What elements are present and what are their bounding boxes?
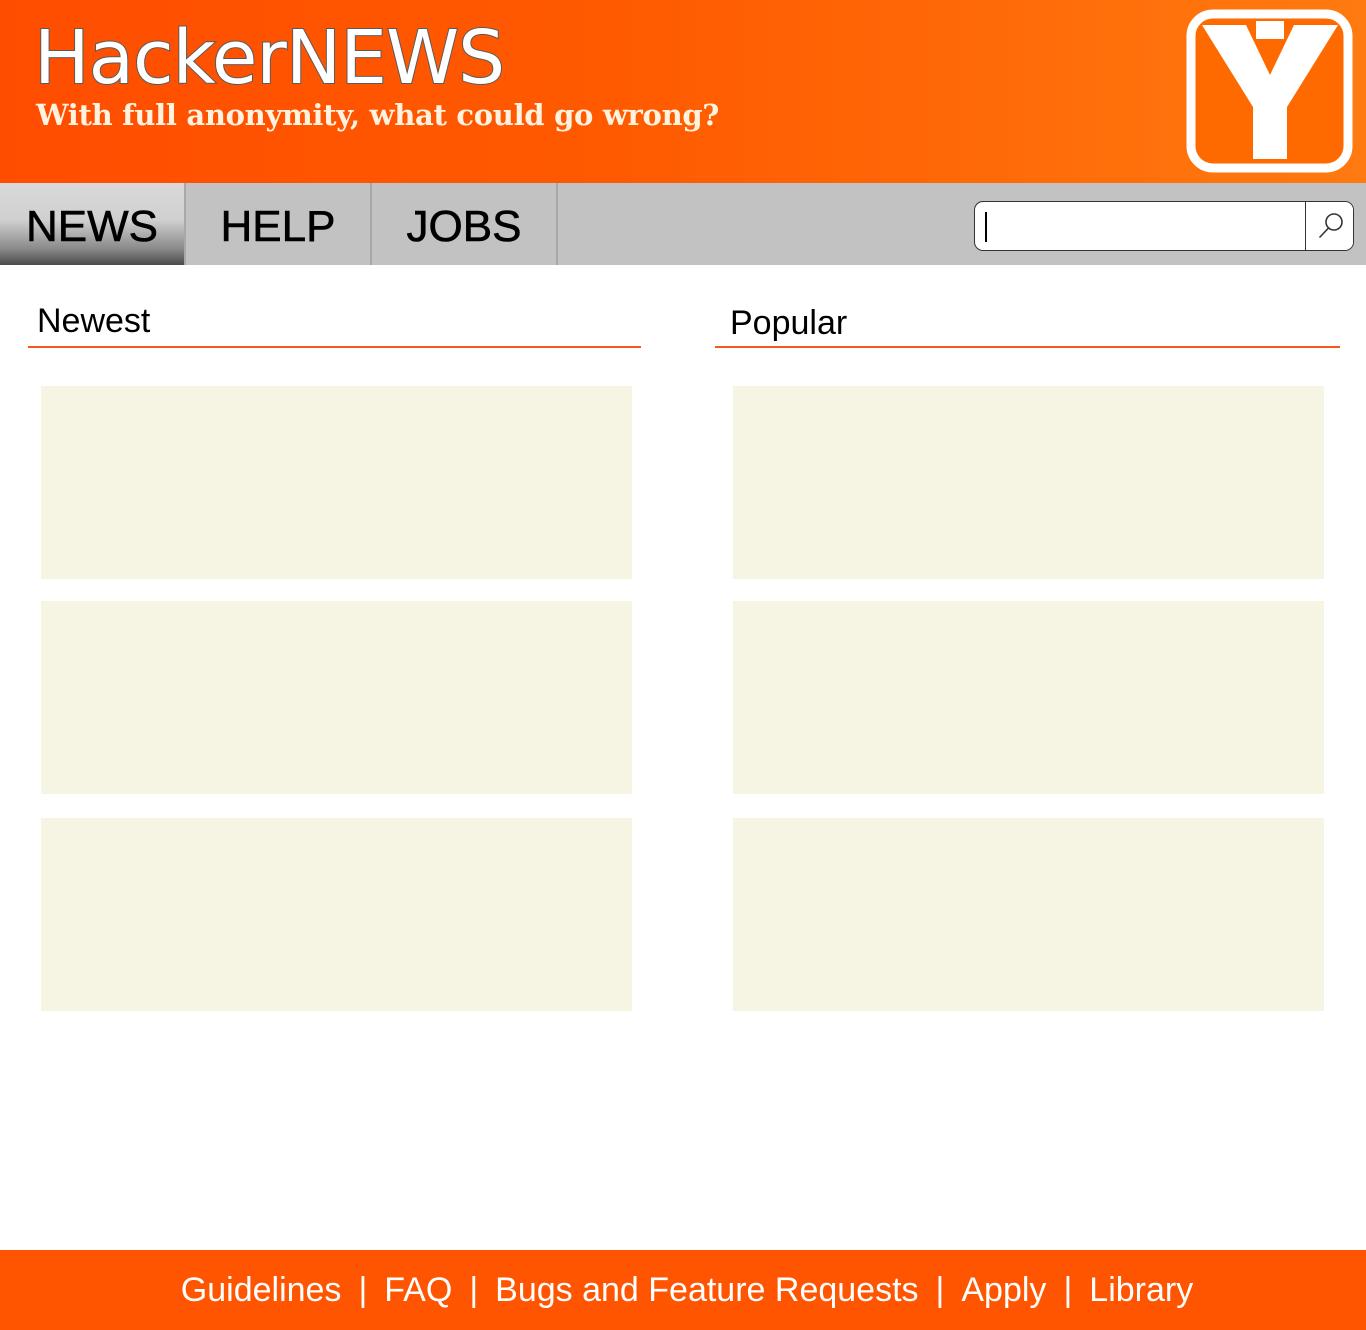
site-title[interactable]: HackerNEWS <box>33 17 506 99</box>
footer-link-faq[interactable]: FAQ <box>384 1271 452 1310</box>
footer-separator: | <box>935 1270 945 1309</box>
search-input[interactable] <box>975 202 1305 250</box>
tab-news[interactable]: NEWS <box>0 183 186 265</box>
tab-news-label: NEWS <box>26 202 159 252</box>
tab-help-label: HELP <box>220 202 336 252</box>
site-footer: Guidelines | FAQ | Bugs and Feature Requ… <box>0 1250 1366 1330</box>
popular-card-3[interactable] <box>733 818 1324 1011</box>
text-cursor <box>985 212 987 242</box>
footer-link-library[interactable]: Library <box>1089 1271 1193 1310</box>
newest-card-3[interactable] <box>41 818 632 1011</box>
newest-card-1[interactable] <box>41 386 632 579</box>
search-button[interactable] <box>1305 202 1353 250</box>
search-icon <box>1318 213 1343 238</box>
newest-heading: Newest <box>37 302 151 340</box>
footer-separator: | <box>469 1270 479 1309</box>
footer-link-guidelines[interactable]: Guidelines <box>181 1271 342 1310</box>
newest-divider <box>28 346 641 348</box>
footer-link-bugs[interactable]: Bugs and Feature Requests <box>495 1271 918 1310</box>
popular-card-2[interactable] <box>733 601 1324 794</box>
y-logo-icon[interactable] <box>1186 9 1353 173</box>
popular-heading: Popular <box>730 304 848 342</box>
site-header: HackerNEWS With full anonymity, what cou… <box>0 0 1366 183</box>
popular-divider <box>715 346 1340 348</box>
tab-jobs-label: JOBS <box>406 202 522 252</box>
tab-jobs[interactable]: JOBS <box>372 183 558 265</box>
popular-card-1[interactable] <box>733 386 1324 579</box>
search-box <box>974 201 1354 251</box>
footer-link-apply[interactable]: Apply <box>961 1271 1046 1310</box>
footer-separator: | <box>358 1270 368 1309</box>
footer-links: Guidelines | FAQ | Bugs and Feature Requ… <box>173 1271 1193 1310</box>
tab-help[interactable]: HELP <box>186 183 372 265</box>
newest-card-2[interactable] <box>41 601 632 794</box>
footer-separator: | <box>1063 1270 1073 1309</box>
site-tagline: With full anonymity, what could go wrong… <box>36 98 720 132</box>
